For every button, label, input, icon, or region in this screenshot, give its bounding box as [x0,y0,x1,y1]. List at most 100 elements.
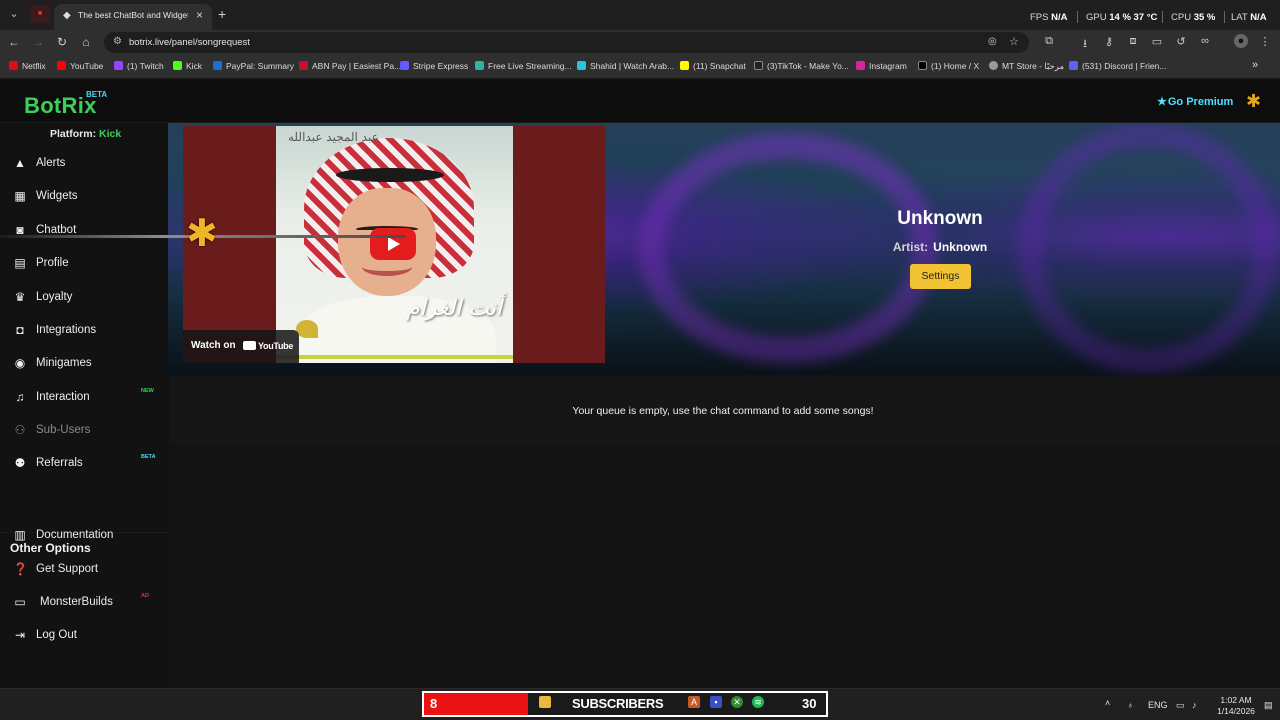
youtube-logo: YouTube [243,341,293,351]
home-icon[interactable]: ⌂ [78,35,94,49]
youtube-player-embed[interactable]: عبد المجيد عبدالله أنت الغرام Watch on Y… [183,126,605,363]
spotify-icon[interactable]: ≋ [752,696,764,708]
new-tab-plus-icon[interactable]: + [218,6,226,22]
bookmark-item[interactable]: Shahid | Watch Arab... [577,61,674,71]
bookmark-item[interactable]: Kick [173,61,202,71]
xbox-icon[interactable]: ✕ [731,696,743,708]
thumbnail-stripe [276,355,513,359]
artist-label: Artist: [892,240,929,254]
bookmark-item[interactable]: PayPal: Summary [213,61,294,71]
address-bar[interactable]: ⚙ botrix.live/panel/songrequest ◎ ☆ [104,32,1029,53]
song-artist: Artist: Unknown [828,240,1052,254]
clock-date[interactable]: 1/14/2026 [1211,706,1261,716]
extensions-puzzle-icon[interactable]: ⧉ [1042,35,1056,48]
bookmark-item[interactable]: (1) Twitch [114,61,164,71]
tab-search-chevron-icon[interactable]: ⌄ [4,5,24,23]
youtube-play-button[interactable] [370,228,416,260]
history-icon[interactable]: ↺ [1174,35,1188,48]
site-info-icon[interactable]: ⚙ [113,36,122,47]
sidebar-item-chatbot[interactable]: ◙ Chatbot [0,217,168,245]
app-taskbar-icon[interactable]: ▪ [710,696,722,708]
song-title: Unknown [897,208,983,229]
bookmark-item[interactable]: Free Live Streaming... [475,61,572,71]
play-icon [388,237,400,251]
star-icon: ★ [1157,96,1167,108]
language-indicator[interactable]: ENG [1148,700,1168,710]
sidebar-item-get-support[interactable]: ❓ Get Support [0,556,168,584]
go-premium-link[interactable]: ★Go Premium [1157,95,1233,108]
perf-divider [1224,11,1225,23]
sidebar-item-minigames[interactable]: ◉ Minigames [0,350,168,378]
bookmark-favicon-icon [856,61,865,70]
active-browser-tab[interactable]: ◆ The best ChatBot and Widgets × [54,4,212,30]
thumbnail-label-logo [296,320,318,338]
bookmark-favicon-icon [57,61,66,70]
microphone-icon[interactable]: ♁ [1127,700,1134,710]
subscriber-current-count: 8 [430,696,438,711]
bookmark-favicon-icon [400,61,409,70]
browser-menu-icon[interactable]: ⋮ [1258,35,1272,48]
app-taskbar-icon[interactable]: A [688,696,700,708]
sidebar-item-widgets[interactable]: ▦ Widgets [0,183,168,211]
sidebar-item-profile[interactable]: ▤ Profile [0,250,168,278]
download-icon[interactable]: ⭳ [1078,35,1092,54]
bookmark-item[interactable]: Netflix [9,61,46,71]
bookmark-item[interactable]: (531) Discord | Frien... [1069,61,1166,71]
bookmark-item[interactable]: Stripe Express [400,61,468,71]
subscriber-goal-label: SUBSCRIBERS [572,696,664,711]
bookmark-favicon-icon [989,61,998,70]
bookmark-item[interactable]: YouTube [57,61,103,71]
tab-title: The best ChatBot and Widgets [78,10,188,20]
user-avatar-gear-icon[interactable]: ✱ [1246,92,1264,110]
sidebar-item-sub-users[interactable]: ⚇ Sub-Users [0,417,168,445]
sidebar-item-documentation[interactable]: ▥ Documentation [0,522,168,550]
network-icon[interactable]: ▭ [1176,700,1185,711]
thumbnail-title-calligraphy: أنت الغرام [406,296,503,321]
bookmark-favicon-icon [213,61,222,70]
help-icon: ❓ [13,562,28,576]
profile-avatar-icon[interactable]: ● [1234,34,1248,48]
close-tab-icon[interactable]: × [196,8,203,22]
pinned-tab-icon[interactable]: ■ [30,5,50,23]
bookmark-item[interactable]: Instagram [856,61,907,71]
sidebar-item-alerts[interactable]: ▲ Alerts [0,150,168,178]
perf-divider [1162,11,1163,23]
ad-badge: AD [141,593,149,599]
sidebar-item-integrations[interactable]: ◘ Integrations [0,317,168,345]
notifications-icon[interactable]: ▤ [1264,700,1273,711]
tracking-eye-icon[interactable]: ◎ [988,36,997,47]
file-explorer-icon[interactable] [539,696,551,708]
payment-card-icon[interactable]: ▭ [1150,35,1164,48]
thumbnail-agal [336,168,444,182]
bookmarks-bar: Netflix YouTube (1) Twitch Kick PayPal: … [0,55,1280,79]
bookmark-item[interactable]: (11) Snapchat [680,61,746,71]
translate-icon[interactable]: ⧈ [1126,35,1140,48]
settings-button[interactable]: Settings [910,264,971,289]
bookmark-favicon-icon [918,61,927,70]
bookmark-item[interactable]: MT Store - مرحبًا [989,61,1064,72]
address-url[interactable]: botrix.live/panel/songrequest [129,37,250,48]
botrix-app: BotRix BETA ★Go Premium ✱ Platform: Kick… [0,80,1280,688]
sidebar-item-monsterbuilds[interactable]: ▭ MonsterBuilds AD [0,589,168,617]
clock-time[interactable]: 1:02 AM [1213,695,1259,705]
laptop-icon: ▭ [14,595,26,609]
sidebar-item-referrals[interactable]: ⚉ Referrals BETA [0,450,168,478]
bookmarks-overflow-chevron-icon[interactable]: » [1252,59,1258,71]
tray-chevron-up-icon[interactable]: ˄ [1105,698,1110,708]
sidebar-item-log-out[interactable]: ⇥ Log Out [0,622,168,650]
sidebar-item-loyalty[interactable]: ♛ Loyalty [0,284,168,312]
link-icon[interactable]: ∞ [1198,35,1212,47]
password-key-icon[interactable]: ⚷ [1102,35,1116,48]
bookmark-star-icon[interactable]: ☆ [1009,35,1019,48]
bookmark-item[interactable]: ABN Pay | Easiest Pa... [299,61,401,71]
sidebar-item-interaction[interactable]: ♫ Interaction NEW [0,384,168,412]
volume-icon[interactable]: ♪ [1192,700,1197,710]
back-arrow-icon[interactable]: ← [6,35,22,49]
bookmark-item[interactable]: (3)TikTok - Make Yo... [754,61,849,71]
bookmark-item[interactable]: (1) Home / X [918,61,979,71]
platform-label: Platform: [50,128,97,140]
forward-arrow-icon[interactable]: → [30,35,46,49]
referrals-icon: ⚉ [14,456,26,470]
reload-icon[interactable]: ↻ [54,35,70,49]
watch-on-youtube-link[interactable]: Watch on YouTube [183,330,299,363]
